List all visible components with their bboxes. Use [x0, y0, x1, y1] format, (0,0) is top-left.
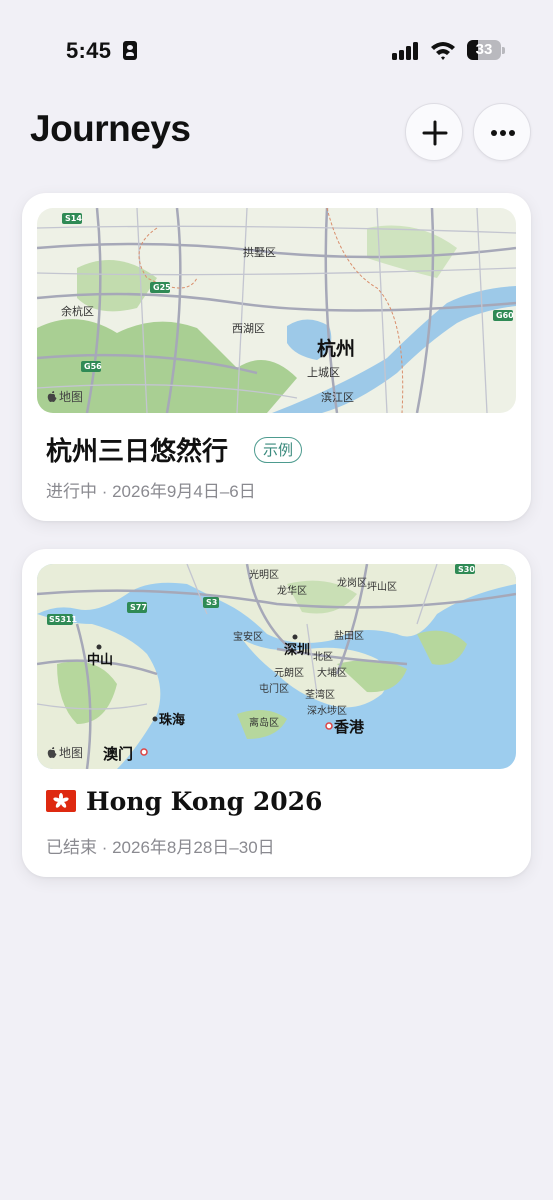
- svg-text:杭州: 杭州: [317, 337, 355, 360]
- svg-text:深圳: 深圳: [284, 642, 310, 658]
- svg-text:坪山区: 坪山区: [367, 580, 397, 593]
- apple-maps-logo: 地图: [47, 388, 83, 405]
- journey-subtitle: 进行中 · 2026年9月4日–6日: [46, 482, 256, 501]
- journey-title: 杭州三日悠然行: [46, 436, 229, 466]
- svg-text:北区: 北区: [313, 651, 333, 663]
- svg-text:宝安区: 宝安区: [233, 630, 263, 643]
- apple-maps-logo: 地图: [47, 744, 83, 761]
- svg-text:S14: S14: [65, 214, 82, 223]
- svg-text:G60: G60: [496, 311, 514, 320]
- page-title: Journeys: [30, 108, 191, 149]
- svg-text:S3: S3: [206, 598, 217, 607]
- id-card-icon: [123, 41, 137, 60]
- battery-icon: 33: [467, 40, 505, 60]
- svg-text:西湖区: 西湖区: [232, 322, 265, 335]
- svg-text:中山: 中山: [87, 652, 113, 668]
- apple-logo-icon: [47, 746, 57, 758]
- svg-text:龙华区: 龙华区: [277, 584, 307, 597]
- svg-text:屯门区: 屯门区: [259, 682, 289, 695]
- journey-title-row: Hong Kong 2026: [46, 787, 322, 818]
- status-bar: 5:45 33: [0, 0, 553, 100]
- svg-text:离岛区: 离岛区: [249, 716, 279, 729]
- svg-text:龙岗区: 龙岗区: [337, 576, 367, 589]
- sample-badge: 示例: [254, 437, 303, 463]
- svg-text:大埔区: 大埔区: [317, 666, 347, 679]
- svg-text:拱墅区: 拱墅区: [243, 245, 276, 259]
- svg-text:S30: S30: [458, 565, 475, 574]
- map-attribution: 地图: [59, 746, 84, 760]
- status-time: 5:45: [66, 38, 112, 63]
- svg-text:G56: G56: [84, 362, 102, 371]
- svg-text:荃湾区: 荃湾区: [305, 688, 335, 701]
- svg-text:元朗区: 元朗区: [274, 667, 304, 679]
- svg-text:光明区: 光明区: [249, 568, 279, 581]
- journey-title: Hong Kong 2026: [86, 787, 323, 816]
- svg-text:盐田区: 盐田区: [334, 629, 364, 642]
- svg-text:珠海: 珠海: [159, 712, 185, 728]
- journey-subtitle: 已结束 · 2026年8月28日–30日: [46, 838, 275, 857]
- cellular-signal-icon: [392, 40, 422, 60]
- more-options-button[interactable]: [473, 103, 531, 161]
- svg-text:余杭区: 余杭区: [61, 304, 94, 318]
- add-journey-button[interactable]: [405, 103, 463, 161]
- ellipsis-icon: [491, 130, 515, 136]
- svg-text:S5311: S5311: [49, 615, 77, 624]
- svg-text:G25: G25: [153, 283, 171, 292]
- journey-card-hong-kong[interactable]: 光明区 龙华区 龙岗区 坪山区 宝安区 深圳 盐田区 中山 元朗区 北区 屯门区…: [22, 549, 531, 877]
- hong-kong-flag-icon: [46, 789, 76, 818]
- wifi-icon: [430, 40, 456, 60]
- plus-icon: [422, 120, 448, 146]
- journey-map-hangzhou: 拱墅区 余杭区 西湖区 杭州 上城区 滨江区 S14 G25 G56 G60 地…: [37, 208, 516, 413]
- svg-text:上城区: 上城区: [307, 366, 340, 379]
- journey-map-hong-kong: 光明区 龙华区 龙岗区 坪山区 宝安区 深圳 盐田区 中山 元朗区 北区 屯门区…: [37, 564, 516, 769]
- svg-text:S77: S77: [130, 603, 147, 612]
- svg-text:香港: 香港: [334, 718, 365, 736]
- svg-text:滨江区: 滨江区: [321, 390, 354, 404]
- map-attribution: 地图: [59, 390, 84, 404]
- battery-level: 33: [475, 41, 493, 58]
- journey-card-hangzhou[interactable]: 拱墅区 余杭区 西湖区 杭州 上城区 滨江区 S14 G25 G56 G60 地…: [22, 193, 531, 521]
- apple-logo-icon: [47, 390, 57, 402]
- svg-text:澳门: 澳门: [103, 745, 133, 763]
- svg-text:深水埗区: 深水埗区: [307, 704, 347, 717]
